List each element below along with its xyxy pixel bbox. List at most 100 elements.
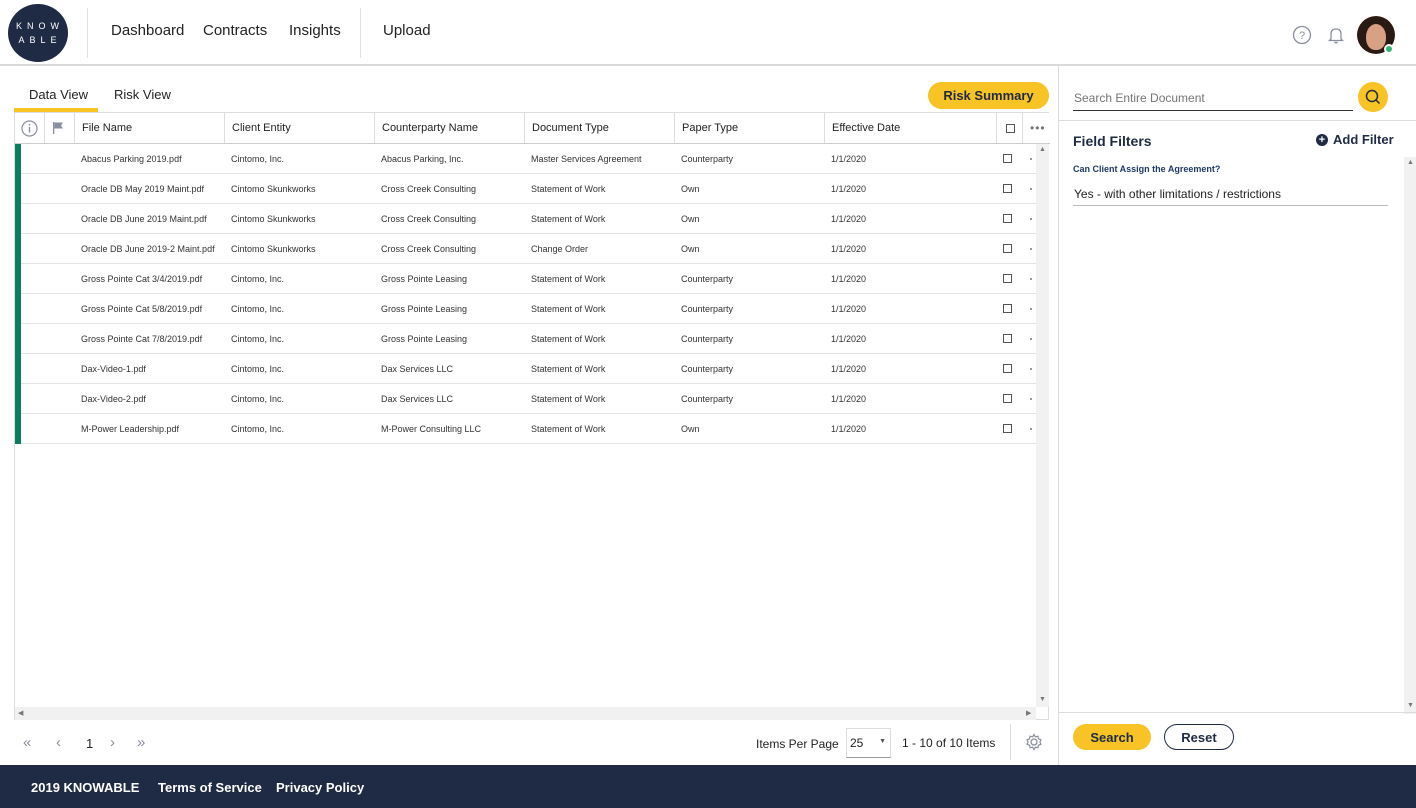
cell-file-name[interactable]: Gross Pointe Cat 3/4/2019.pdf [75, 264, 225, 294]
column-header-client-entity[interactable]: Client Entity [225, 113, 375, 143]
cell-paper-type: Counterparty [681, 304, 734, 314]
cell-effective-date: 1/1/2020 [831, 304, 867, 314]
row-more-icon[interactable] [1030, 278, 1032, 280]
table-row[interactable]: Oracle DB June 2019 Maint.pdf Cintomo Sku… [15, 204, 1036, 234]
table-row[interactable]: Gross Pointe Cat 3/4/2019.pdf Cintomo, In… [15, 264, 1036, 294]
cell-file-name[interactable]: Dax-Video-2.pdf [75, 384, 225, 414]
column-header-effective-date[interactable]: Effective Date [825, 113, 997, 143]
cell-file-name[interactable]: Oracle DB May 2019 Maint.pdf [75, 174, 225, 204]
nav-dashboard[interactable]: Dashboard [111, 22, 184, 39]
row-checkbox[interactable] [1003, 184, 1012, 193]
cell-client-entity: Cintomo, Inc. [231, 154, 285, 164]
cell-file-name[interactable]: Oracle DB June 2019 Maint.pdf [75, 204, 225, 234]
risk-summary-button[interactable]: Risk Summary [928, 82, 1049, 109]
select-all-header[interactable] [997, 113, 1023, 143]
cell-paper-type: Counterparty [681, 334, 734, 344]
row-more-icon[interactable] [1030, 188, 1032, 190]
scroll-right-arrow[interactable]: ▶ [1026, 709, 1031, 717]
table-row[interactable]: Gross Pointe Cat 7/8/2019.pdf Cintomo, In… [15, 324, 1036, 354]
table-row[interactable]: Oracle DB June 2019-2 Maint.pdf Cintomo S… [15, 234, 1036, 264]
row-checkbox[interactable] [1003, 244, 1012, 253]
search-button[interactable]: Search [1073, 724, 1151, 750]
footer-copyright: 2019 KNOWABLE [31, 780, 140, 795]
next-page-icon[interactable]: › [110, 734, 115, 751]
row-checkbox[interactable] [1003, 394, 1012, 403]
table-row[interactable]: Abacus Parking 2019.pdf Cintomo, Inc. Abac… [15, 144, 1036, 174]
cell-client-entity: Cintomo Skunkworks [231, 244, 316, 254]
nav-insights[interactable]: Insights [289, 22, 341, 39]
filter-value[interactable]: Yes - with other limitations / restricti… [1074, 187, 1281, 201]
row-checkbox[interactable] [1003, 424, 1012, 433]
vertical-scrollbar[interactable]: ▲ ▼ [1036, 144, 1049, 707]
bell-icon[interactable] [1326, 25, 1346, 45]
cell-file-name[interactable]: Oracle DB June 2019-2 Maint.pdf [75, 234, 225, 264]
terms-link[interactable]: Terms of Service [158, 780, 262, 795]
row-checkbox[interactable] [1003, 334, 1012, 343]
current-page[interactable]: 1 [86, 736, 93, 751]
row-more-icon[interactable] [1030, 218, 1032, 220]
row-more-icon[interactable] [1030, 368, 1032, 370]
nav-upload[interactable]: Upload [383, 22, 431, 39]
table-row[interactable]: Dax-Video-1.pdf Cintomo, Inc. Dax Services… [15, 354, 1036, 384]
scroll-down-arrow[interactable]: ▼ [1407, 702, 1414, 709]
cell-file-name[interactable]: Dax-Video-1.pdf [75, 354, 225, 384]
search-input[interactable] [1074, 91, 1352, 105]
table-row[interactable]: Oracle DB May 2019 Maint.pdf Cintomo Skun… [15, 174, 1036, 204]
last-page-icon[interactable]: » [137, 734, 145, 751]
scroll-up-arrow[interactable]: ▲ [1039, 146, 1046, 153]
cell-file-name[interactable]: Gross Pointe Cat 5/8/2019.pdf [75, 294, 225, 324]
filter-question: Can Client Assign the Agreement? [1073, 164, 1221, 174]
row-more-icon[interactable] [1030, 158, 1032, 160]
nav-contracts[interactable]: Contracts [203, 22, 267, 39]
panel-scrollbar[interactable]: ▲ ▼ [1404, 157, 1416, 714]
flag-column-header[interactable] [45, 113, 75, 143]
row-checkbox[interactable] [1003, 304, 1012, 313]
cell-file-name[interactable]: Abacus Parking 2019.pdf [75, 144, 225, 174]
column-header-counterparty-name[interactable]: Counterparty Name [375, 113, 525, 143]
row-checkbox[interactable] [1003, 274, 1012, 283]
horizontal-scrollbar[interactable]: ◀ ▶ [15, 707, 1036, 720]
first-page-icon[interactable]: « [23, 734, 31, 751]
cell-document-type: Statement of Work [531, 394, 606, 404]
tab-data-view[interactable]: Data View [29, 87, 88, 102]
scroll-left-arrow[interactable]: ◀ [18, 709, 23, 717]
gear-icon[interactable] [1025, 733, 1043, 751]
help-icon[interactable]: ? [1292, 25, 1312, 45]
row-more-icon[interactable] [1030, 398, 1032, 400]
row-more-icon[interactable] [1030, 308, 1032, 310]
row-more-icon[interactable] [1030, 248, 1032, 250]
select-all-checkbox[interactable] [1006, 123, 1015, 133]
items-per-page-value: 25 [850, 736, 864, 750]
cell-file-name[interactable]: M-Power Leadership.pdf [75, 414, 225, 444]
row-checkbox[interactable] [1003, 154, 1012, 163]
column-header-file-name[interactable]: File Name [75, 113, 225, 143]
row-more-icon[interactable] [1030, 428, 1032, 430]
cell-document-type: Statement of Work [531, 304, 606, 314]
cell-counterparty-name: Gross Pointe Leasing [381, 304, 468, 314]
items-per-page-select[interactable]: 25 ▼ [846, 728, 891, 758]
column-header-paper-type[interactable]: Paper Type [675, 113, 825, 143]
knowable-logo[interactable]: KNOW ABLE [8, 4, 68, 62]
item-range: 1 - 10 of 10 Items [902, 736, 996, 750]
add-filter-button[interactable]: + Add Filter [1316, 132, 1394, 147]
privacy-link[interactable]: Privacy Policy [276, 780, 364, 795]
row-checkbox[interactable] [1003, 214, 1012, 223]
scroll-up-arrow[interactable]: ▲ [1407, 159, 1414, 166]
cell-effective-date: 1/1/2020 [831, 154, 867, 164]
column-header-document-type[interactable]: Document Type [525, 113, 675, 143]
tab-risk-view[interactable]: Risk View [114, 87, 171, 102]
reset-button[interactable]: Reset [1164, 724, 1234, 750]
cell-paper-type: Counterparty [681, 364, 734, 374]
row-checkbox[interactable] [1003, 364, 1012, 373]
cell-file-name[interactable]: Gross Pointe Cat 7/8/2019.pdf [75, 324, 225, 354]
info-column-header[interactable] [15, 113, 45, 143]
search-icon-button[interactable] [1358, 82, 1388, 112]
scroll-down-arrow[interactable]: ▼ [1039, 696, 1046, 703]
table-row[interactable]: Gross Pointe Cat 5/8/2019.pdf Cintomo, In… [15, 294, 1036, 324]
logo-line-1: KNOW [16, 21, 64, 31]
prev-page-icon[interactable]: ‹ [56, 734, 61, 751]
row-more-icon[interactable] [1030, 338, 1032, 340]
table-row[interactable]: M-Power Leadership.pdf Cintomo, Inc. M-Pow… [15, 414, 1036, 444]
more-icon[interactable]: ••• [1023, 113, 1050, 143]
table-row[interactable]: Dax-Video-2.pdf Cintomo, Inc. Dax Services… [15, 384, 1036, 414]
